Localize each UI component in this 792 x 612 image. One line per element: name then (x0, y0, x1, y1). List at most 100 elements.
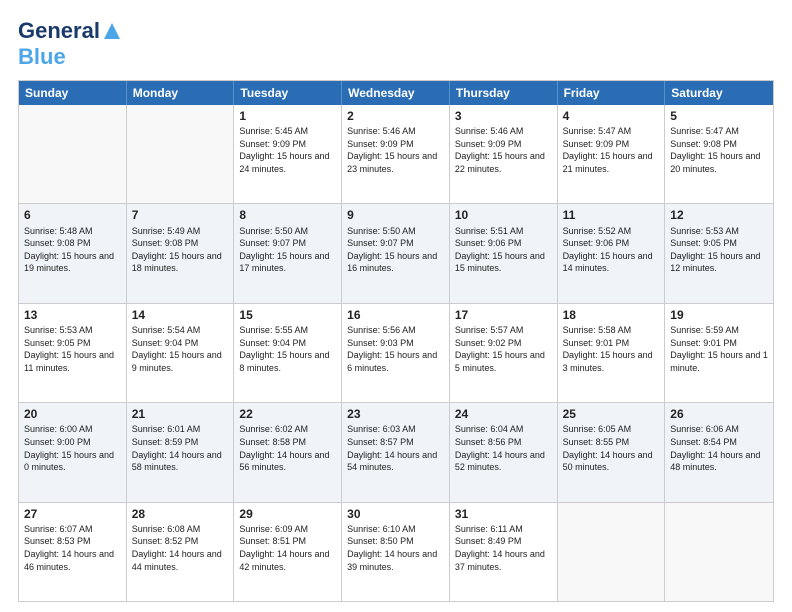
cal-header-cell-tuesday: Tuesday (234, 81, 342, 105)
day-number: 25 (563, 406, 660, 422)
day-info: Sunrise: 6:11 AM Sunset: 8:49 PM Dayligh… (455, 523, 552, 573)
day-info: Sunrise: 6:03 AM Sunset: 8:57 PM Dayligh… (347, 423, 444, 473)
cal-cell: 2Sunrise: 5:46 AM Sunset: 9:09 PM Daylig… (342, 105, 450, 203)
day-number: 3 (455, 108, 552, 124)
cal-cell: 31Sunrise: 6:11 AM Sunset: 8:49 PM Dayli… (450, 503, 558, 601)
cal-week-1: 6 Sunrise: 5:48 AM Sunset: 9:08 PM Daylig… (19, 203, 773, 302)
cal-cell: 3Sunrise: 5:46 AM Sunset: 9:09 PM Daylig… (450, 105, 558, 203)
day-info: Sunrise: 6:06 AM Sunset: 8:54 PM Dayligh… (670, 423, 768, 473)
day-info: Sunrise: 5:48 AM Sunset: 9:08 PM Dayligh… (24, 225, 121, 275)
day-number: 18 (563, 307, 660, 323)
day-info: Sunrise: 5:55 AM Sunset: 9:04 PM Dayligh… (239, 324, 336, 374)
day-number: 26 (670, 406, 768, 422)
cal-cell: 14Sunrise: 5:54 AM Sunset: 9:04 PM Dayli… (127, 304, 235, 402)
cal-cell: 1Sunrise: 5:45 AM Sunset: 9:09 PM Daylig… (234, 105, 342, 203)
cal-cell: 15Sunrise: 5:55 AM Sunset: 9:04 PM Dayli… (234, 304, 342, 402)
calendar-body: 1Sunrise: 5:45 AM Sunset: 9:09 PM Daylig… (19, 105, 773, 601)
day-number: 21 (132, 406, 229, 422)
day-number: 27 (24, 506, 121, 522)
day-number: 6 (24, 207, 121, 223)
day-number: 4 (563, 108, 660, 124)
day-number: 8 (239, 207, 336, 223)
cal-cell: 11 Sunrise: 5:52 AM Sunset: 9:06 PM Dayli… (558, 204, 666, 302)
cal-cell: 24Sunrise: 6:04 AM Sunset: 8:56 PM Dayli… (450, 403, 558, 501)
day-info: Sunrise: 5:53 AM Sunset: 9:05 PM Dayligh… (24, 324, 121, 374)
cal-header-cell-wednesday: Wednesday (342, 81, 450, 105)
cal-header-cell-friday: Friday (558, 81, 666, 105)
logo-icon (102, 21, 122, 41)
day-info: Sunrise: 5:58 AM Sunset: 9:01 PM Dayligh… (563, 324, 660, 374)
day-number: 17 (455, 307, 552, 323)
cal-cell: 7 Sunrise: 5:49 AM Sunset: 9:08 PM Daylig… (127, 204, 235, 302)
logo-blue-text: Blue (18, 44, 66, 69)
cal-cell: 21Sunrise: 6:01 AM Sunset: 8:59 PM Dayli… (127, 403, 235, 501)
cal-header-cell-sunday: Sunday (19, 81, 127, 105)
cal-cell: 20Sunrise: 6:00 AM Sunset: 9:00 PM Dayli… (19, 403, 127, 501)
cal-cell (558, 503, 666, 601)
day-info: Sunrise: 6:10 AM Sunset: 8:50 PM Dayligh… (347, 523, 444, 573)
cal-cell: 5Sunrise: 5:47 AM Sunset: 9:08 PM Daylig… (665, 105, 773, 203)
day-number: 1 (239, 108, 336, 124)
day-info: Sunrise: 6:07 AM Sunset: 8:53 PM Dayligh… (24, 523, 121, 573)
day-info: Sunrise: 5:54 AM Sunset: 9:04 PM Dayligh… (132, 324, 229, 374)
day-info: Sunrise: 6:08 AM Sunset: 8:52 PM Dayligh… (132, 523, 229, 573)
cal-week-2: 13Sunrise: 5:53 AM Sunset: 9:05 PM Dayli… (19, 303, 773, 402)
day-info: Sunrise: 6:02 AM Sunset: 8:58 PM Dayligh… (239, 423, 336, 473)
day-info: Sunrise: 6:05 AM Sunset: 8:55 PM Dayligh… (563, 423, 660, 473)
calendar-header: SundayMondayTuesdayWednesdayThursdayFrid… (19, 81, 773, 105)
cal-cell: 6 Sunrise: 5:48 AM Sunset: 9:08 PM Daylig… (19, 204, 127, 302)
logo-general-text: General (18, 18, 100, 44)
day-number: 20 (24, 406, 121, 422)
day-info: Sunrise: 5:50 AM Sunset: 9:07 PM Dayligh… (239, 225, 336, 275)
day-number: 30 (347, 506, 444, 522)
day-info: Sunrise: 5:53 AM Sunset: 9:05 PM Dayligh… (670, 225, 768, 275)
cal-header-cell-monday: Monday (127, 81, 235, 105)
cal-header-cell-thursday: Thursday (450, 81, 558, 105)
cal-cell: 29Sunrise: 6:09 AM Sunset: 8:51 PM Dayli… (234, 503, 342, 601)
cal-cell: 30Sunrise: 6:10 AM Sunset: 8:50 PM Dayli… (342, 503, 450, 601)
page: General Blue SundayMondayTuesdayWednesda… (0, 0, 792, 612)
cal-cell: 25Sunrise: 6:05 AM Sunset: 8:55 PM Dayli… (558, 403, 666, 501)
day-number: 16 (347, 307, 444, 323)
cal-cell: 28Sunrise: 6:08 AM Sunset: 8:52 PM Dayli… (127, 503, 235, 601)
day-info: Sunrise: 6:09 AM Sunset: 8:51 PM Dayligh… (239, 523, 336, 573)
day-info: Sunrise: 5:49 AM Sunset: 9:08 PM Dayligh… (132, 225, 229, 275)
day-info: Sunrise: 5:56 AM Sunset: 9:03 PM Dayligh… (347, 324, 444, 374)
day-number: 22 (239, 406, 336, 422)
day-info: Sunrise: 5:50 AM Sunset: 9:07 PM Dayligh… (347, 225, 444, 275)
day-number: 5 (670, 108, 768, 124)
day-number: 9 (347, 207, 444, 223)
day-number: 28 (132, 506, 229, 522)
day-number: 31 (455, 506, 552, 522)
day-number: 12 (670, 207, 768, 223)
cal-cell: 23Sunrise: 6:03 AM Sunset: 8:57 PM Dayli… (342, 403, 450, 501)
day-info: Sunrise: 5:45 AM Sunset: 9:09 PM Dayligh… (239, 125, 336, 175)
day-number: 24 (455, 406, 552, 422)
day-number: 7 (132, 207, 229, 223)
cal-cell: 12 Sunrise: 5:53 AM Sunset: 9:05 PM Dayli… (665, 204, 773, 302)
cal-week-4: 27Sunrise: 6:07 AM Sunset: 8:53 PM Dayli… (19, 502, 773, 601)
day-info: Sunrise: 5:52 AM Sunset: 9:06 PM Dayligh… (563, 225, 660, 275)
day-number: 13 (24, 307, 121, 323)
day-number: 2 (347, 108, 444, 124)
day-info: Sunrise: 5:57 AM Sunset: 9:02 PM Dayligh… (455, 324, 552, 374)
cal-cell: 19Sunrise: 5:59 AM Sunset: 9:01 PM Dayli… (665, 304, 773, 402)
day-number: 29 (239, 506, 336, 522)
cal-cell: 26Sunrise: 6:06 AM Sunset: 8:54 PM Dayli… (665, 403, 773, 501)
cal-cell: 8 Sunrise: 5:50 AM Sunset: 9:07 PM Daylig… (234, 204, 342, 302)
day-number: 11 (563, 207, 660, 223)
cal-header-cell-saturday: Saturday (665, 81, 773, 105)
cal-cell: 13Sunrise: 5:53 AM Sunset: 9:05 PM Dayli… (19, 304, 127, 402)
calendar: SundayMondayTuesdayWednesdayThursdayFrid… (18, 80, 774, 602)
cal-cell (19, 105, 127, 203)
cal-week-0: 1Sunrise: 5:45 AM Sunset: 9:09 PM Daylig… (19, 105, 773, 203)
day-info: Sunrise: 5:51 AM Sunset: 9:06 PM Dayligh… (455, 225, 552, 275)
cal-cell: 9 Sunrise: 5:50 AM Sunset: 9:07 PM Daylig… (342, 204, 450, 302)
cal-cell: 22Sunrise: 6:02 AM Sunset: 8:58 PM Dayli… (234, 403, 342, 501)
header: General Blue (18, 18, 774, 70)
cal-week-3: 20Sunrise: 6:00 AM Sunset: 9:00 PM Dayli… (19, 402, 773, 501)
day-info: Sunrise: 6:01 AM Sunset: 8:59 PM Dayligh… (132, 423, 229, 473)
day-number: 15 (239, 307, 336, 323)
logo: General Blue (18, 18, 122, 70)
day-info: Sunrise: 6:04 AM Sunset: 8:56 PM Dayligh… (455, 423, 552, 473)
